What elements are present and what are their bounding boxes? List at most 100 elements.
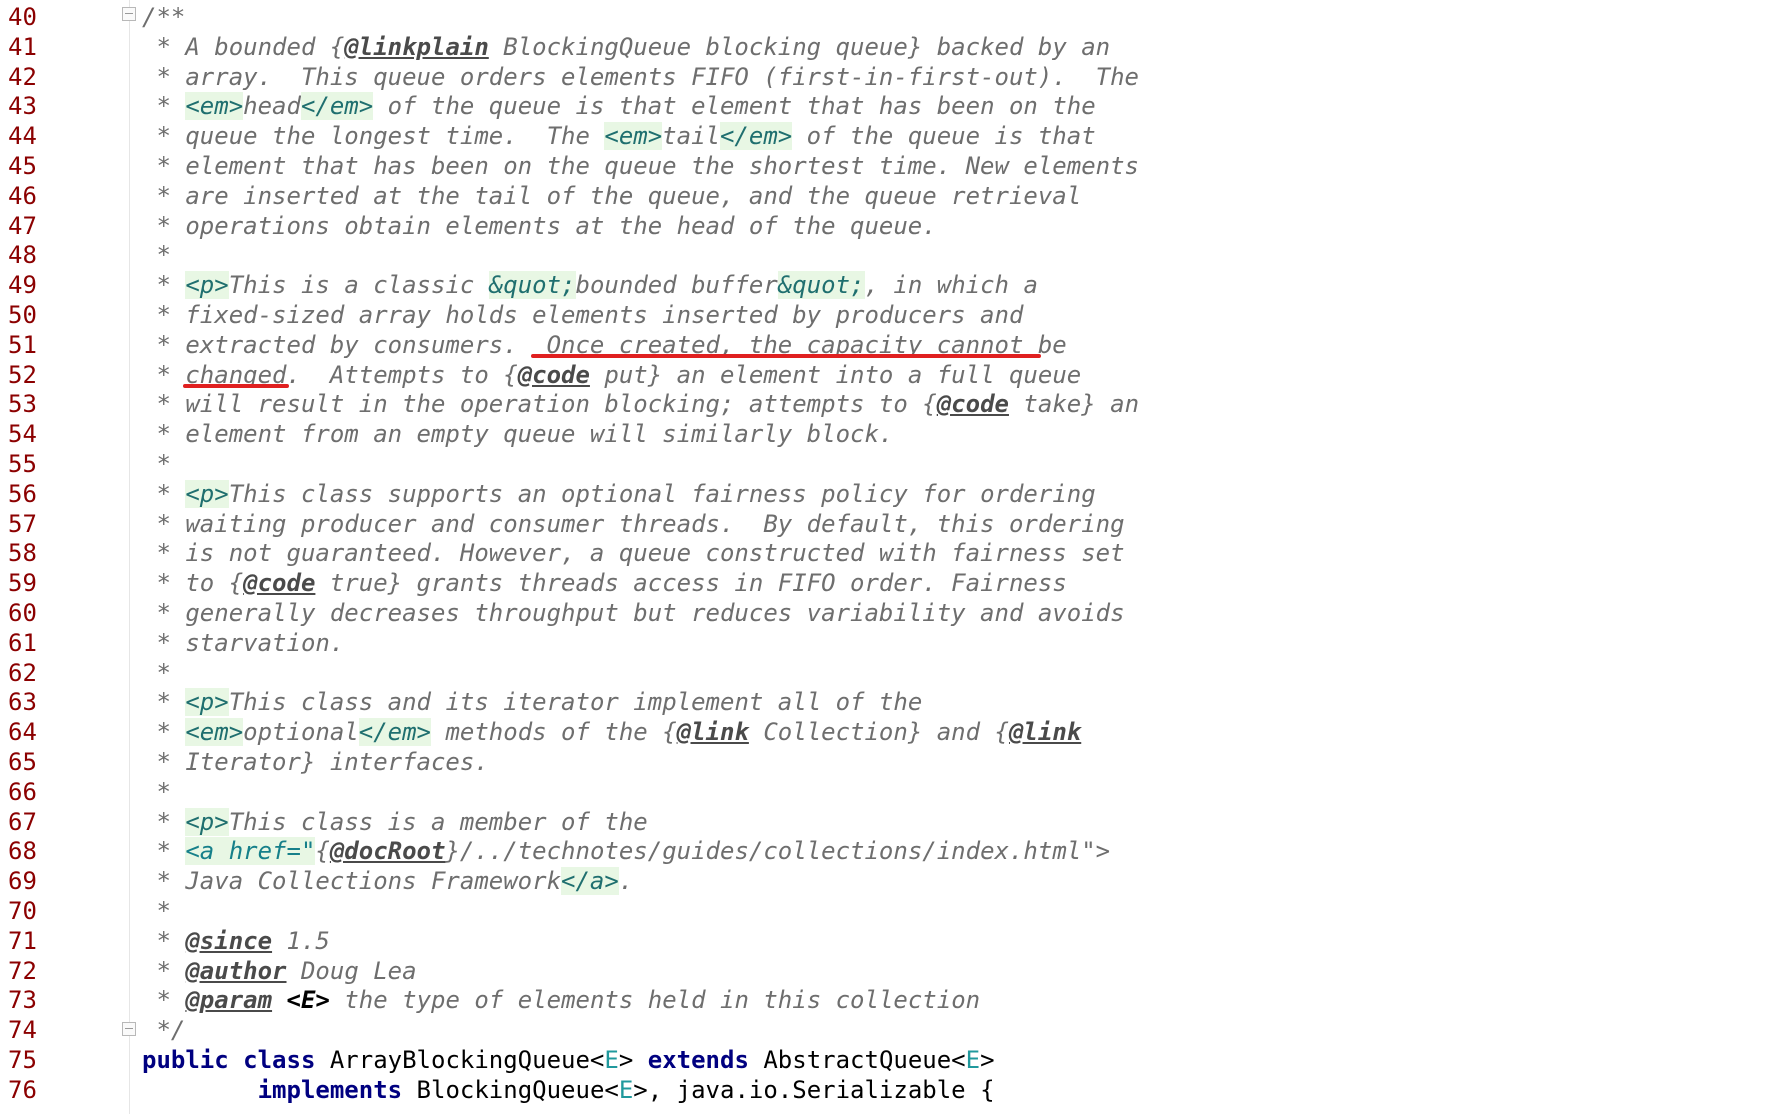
code-text: * — [142, 897, 171, 925]
line-number: 69 — [8, 867, 37, 896]
line-number: 49 — [8, 271, 37, 300]
code-text: take} an — [1008, 390, 1140, 419]
code-text: E — [965, 1046, 981, 1074]
line-number: 44 — [8, 122, 37, 151]
line-number: 60 — [8, 599, 37, 627]
code-line[interactable]: 68 * <a href="{@docRoot}/../technotes/gu… — [0, 836, 1766, 866]
html-tag: <p> — [185, 688, 229, 717]
javadoc-tag: @code — [936, 390, 1009, 419]
code-line[interactable]: 55 * — [0, 449, 1766, 479]
line-number: 54 — [8, 420, 37, 449]
code-line[interactable]: 46 * are inserted at the tail of the que… — [0, 181, 1766, 211]
code-line[interactable]: 72 * @author Doug Lea — [0, 956, 1766, 986]
code-line[interactable]: 70 * — [0, 896, 1766, 926]
code-text: BlockingQueue blocking queue} backed by … — [488, 32, 1111, 61]
javadoc-tag: @link — [1008, 718, 1082, 747]
code-line[interactable]: 63 * <p>This class and its iterator impl… — [0, 687, 1766, 717]
line-text: * — [142, 241, 171, 270]
line-text: * generally decreases throughput but red… — [142, 599, 1125, 627]
code-line[interactable]: 67 * <p>This class is a member of the — [0, 807, 1766, 837]
code-line[interactable]: 66 * — [0, 777, 1766, 807]
code-line[interactable]: 61 * starvation. — [0, 628, 1766, 658]
code-line[interactable]: 48 * — [0, 240, 1766, 270]
code-line[interactable]: 40 /** — [0, 2, 1766, 32]
code-line[interactable]: 71 * @since 1.5 — [0, 926, 1766, 956]
code-line[interactable]: 60 * generally decreases throughput but … — [0, 598, 1766, 628]
javadoc-tag: @code — [517, 360, 590, 389]
code-text: * — [142, 241, 171, 270]
html-tag: <a href=" — [185, 837, 316, 866]
code-line[interactable]: 62 * — [0, 658, 1766, 688]
html-tag: <p> — [185, 807, 229, 836]
keyword: extends — [647, 1046, 764, 1074]
line-text: public class ArrayBlockingQueue<E> exten… — [142, 1046, 995, 1074]
line-number: 43 — [8, 92, 37, 121]
code-text: * — [142, 450, 171, 478]
code-line[interactable]: 53 * will result in the operation blocki… — [0, 389, 1766, 419]
line-text: implements BlockingQueue<E>, java.io.Ser… — [142, 1076, 995, 1104]
line-number: 53 — [8, 390, 37, 419]
code-text: optional — [243, 718, 359, 747]
code-line[interactable]: 65 * Iterator} interfaces. — [0, 747, 1766, 777]
code-line[interactable]: 58 * is not guaranteed. However, a queue… — [0, 538, 1766, 568]
code-text: Collection} and { — [748, 718, 1009, 747]
code-text: * — [142, 658, 171, 687]
code-text: * — [142, 837, 186, 866]
code-text: This class supports an optional fairness… — [228, 479, 1096, 508]
code-line[interactable]: 64 * <em>optional</em> methods of the {@… — [0, 717, 1766, 747]
code-line[interactable]: 42 * array. This queue orders elements F… — [0, 62, 1766, 92]
html-tag: <em> — [604, 122, 663, 151]
code-text: * array. This queue orders elements FIFO… — [142, 62, 1139, 91]
code-line[interactable]: 49 * <p>This is a classic &quot;bounded … — [0, 270, 1766, 300]
line-text: * queue the longest time. The <em>tail</… — [142, 122, 1096, 151]
code-line[interactable]: 47 * operations obtain elements at the h… — [0, 211, 1766, 241]
line-number: 75 — [8, 1046, 37, 1074]
html-tag: <p> — [185, 479, 229, 508]
code-line[interactable]: 59 * to {@code true} grants threads acce… — [0, 568, 1766, 598]
line-number: 56 — [8, 479, 37, 508]
line-number: 66 — [8, 777, 37, 806]
line-text: * operations obtain elements at the head… — [142, 212, 936, 240]
line-text: * are inserted at the tail of the queue,… — [142, 182, 1081, 210]
code-text: >, java.io.Serializable { — [633, 1075, 995, 1104]
line-text: * @since 1.5 — [142, 927, 329, 955]
keyword: implements — [257, 1075, 417, 1104]
code-text: * starvation. — [142, 628, 345, 657]
code-line[interactable]: 43 * <em>head</em> of the queue is that … — [0, 91, 1766, 121]
code-text: > — [980, 1046, 995, 1074]
line-number: 40 — [8, 3, 37, 31]
code-text: * are inserted at the tail of the queue,… — [142, 181, 1082, 210]
code-text: BlockingQueue< — [416, 1075, 619, 1104]
line-text: * @param <E> the type of elements held i… — [142, 986, 980, 1014]
code-line[interactable]: 50 * fixed-sized array holds elements in… — [0, 300, 1766, 330]
javadoc-tag: @link — [676, 718, 749, 747]
code-line[interactable]: 56 * <p>This class supports an optional … — [0, 479, 1766, 509]
code-line[interactable]: 41 * A bounded {@linkplain BlockingQueue… — [0, 32, 1766, 62]
code-line[interactable]: 75 public class ArrayBlockingQueue<E> ext… — [0, 1045, 1766, 1075]
code-line[interactable]: 69 * Java Collections Framework</a>. — [0, 866, 1766, 896]
line-number: 59 — [8, 569, 37, 598]
line-number: 65 — [8, 748, 37, 776]
code-text: This is a classic — [228, 271, 489, 300]
code-line[interactable]: 54 * element from an empty queue will si… — [0, 419, 1766, 449]
code-line[interactable]: 44 * queue the longest time. The <em>tai… — [0, 121, 1766, 151]
code-text: * generally decreases throughput but red… — [142, 599, 1125, 627]
html-tag: </em> — [300, 92, 374, 121]
code-text: head — [243, 92, 301, 121]
javadoc-tag: @docRoot — [329, 837, 446, 866]
code-text: * to { — [142, 569, 244, 598]
code-text: the type of elements held in this collec… — [329, 986, 981, 1015]
code-line[interactable]: 74 */ — [0, 1015, 1766, 1045]
code-line[interactable]: 57 * waiting producer and consumer threa… — [0, 509, 1766, 539]
line-text: * will result in the operation blocking;… — [142, 390, 1139, 418]
line-text: * <p>This class is a member of the — [142, 807, 648, 836]
code-text: This class and its iterator implement al… — [228, 688, 923, 717]
code-text: <E> — [286, 986, 330, 1015]
code-line[interactable]: 76 implements BlockingQueue<E>, java.io.… — [0, 1075, 1766, 1105]
code-line[interactable]: 45 * element that has been on the queue … — [0, 151, 1766, 181]
code-line[interactable]: 73 * @param <E> the type of elements hel… — [0, 985, 1766, 1015]
html-tag: </a> — [561, 867, 619, 896]
code-text: * — [142, 92, 186, 121]
code-text: * — [142, 688, 186, 717]
